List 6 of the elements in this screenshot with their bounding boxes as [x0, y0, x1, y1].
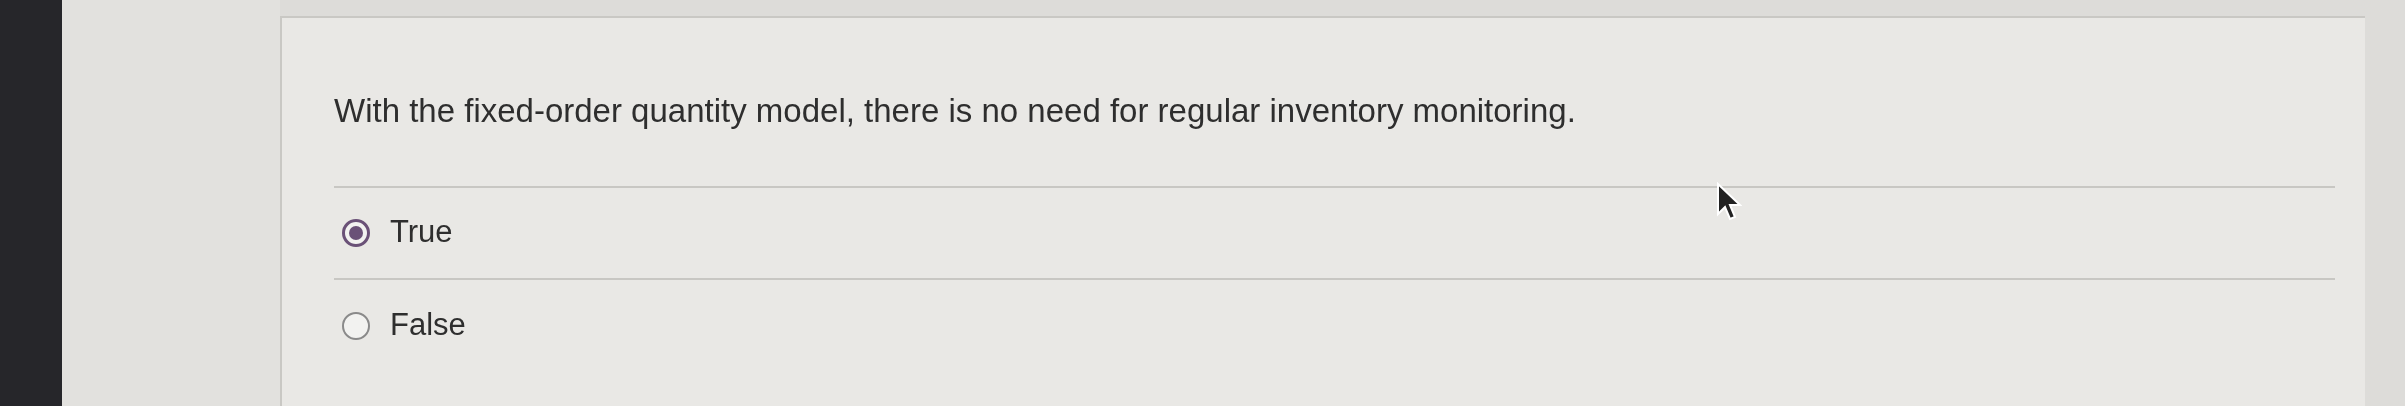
- option-label[interactable]: True: [390, 209, 453, 256]
- option-label[interactable]: False: [390, 302, 466, 349]
- question-text: With the ﬁxed-order quantity model, there is no need for regular inventory monitoring.: [334, 18, 2335, 188]
- radio-button[interactable]: [342, 218, 370, 247]
- mouse-pointer-icon: [1716, 182, 1742, 222]
- radio-button[interactable]: [342, 311, 370, 340]
